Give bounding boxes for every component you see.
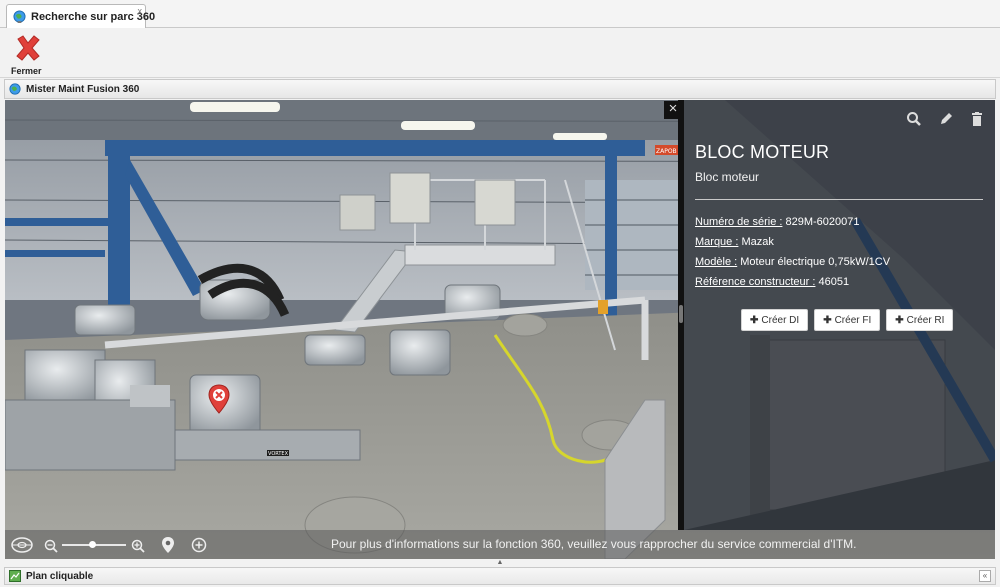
equipment-title: BLOC MOTEUR: [695, 142, 830, 162]
app-window: Recherche sur parc 360 x Fermer Mister M…: [0, 0, 1000, 587]
scene-sign-1: ZAPOB: [656, 148, 677, 155]
tab-close-icon[interactable]: x: [138, 6, 143, 16]
panorama-viewer[interactable]: ZAPOB VORTEX × BLOC MOTEUR Bloc moteur N…: [5, 100, 995, 559]
model-value: Moteur électrique 0,75kW/1CV: [737, 256, 891, 268]
fermer-label: Fermer: [11, 66, 42, 76]
plus-icon: ✚: [823, 315, 832, 326]
map-icon: [9, 570, 21, 582]
brand-label: Marque :: [695, 236, 739, 248]
globe-icon: [9, 83, 21, 95]
panel-header: Mister Maint Fusion 360: [4, 79, 996, 99]
creer-fi-label: Créer FI: [834, 315, 872, 326]
manufacturer-ref-value: 46051: [815, 276, 850, 288]
creer-di-button[interactable]: ✚ Créer DI: [741, 309, 809, 331]
hotspot-marker-icon[interactable]: [208, 384, 230, 414]
model-row: Modèle : Moteur électrique 0,75kW/1CV: [695, 256, 890, 268]
expand-icon[interactable]: «: [979, 570, 991, 582]
info-buttons: ✚ Créer DI ✚ Créer FI ✚ Créer RI: [741, 309, 959, 331]
scene-sign-2: VORTEX: [268, 451, 289, 457]
plan-panel-header[interactable]: Plan cliquable «: [4, 567, 996, 585]
viewer-close-icon[interactable]: ×: [664, 101, 682, 119]
plus-icon: ✚: [750, 315, 759, 326]
globe-icon: [13, 10, 26, 23]
creer-fi-button[interactable]: ✚ Créer FI: [814, 309, 881, 331]
pencil-icon[interactable]: [938, 111, 954, 127]
zoom-out-icon[interactable]: [44, 539, 58, 553]
zoom-in-icon[interactable]: [131, 539, 145, 553]
info-panel: BLOC MOTEUR Bloc moteur Numéro de série …: [684, 100, 995, 530]
manufacturer-ref-row: Référence constructeur : 46051: [695, 276, 849, 288]
brand-row: Marque : Mazak: [695, 236, 774, 248]
serial-number-label: Numéro de série :: [695, 216, 783, 228]
serial-number-value: 829M-6020071: [782, 216, 860, 228]
viewer-control-bar: Pour plus d'informations sur la fonction…: [5, 530, 995, 559]
info-separator: [695, 199, 983, 200]
red-cross-icon: [16, 35, 40, 61]
panel-title: Mister Maint Fusion 360: [26, 84, 140, 95]
brand-value: Mazak: [738, 236, 774, 248]
split-grip[interactable]: [679, 305, 683, 323]
info-actions: [895, 111, 985, 127]
plus-icon: ✚: [895, 315, 904, 326]
trash-icon[interactable]: [969, 111, 985, 127]
plan-panel-title: Plan cliquable: [26, 571, 94, 582]
creer-di-label: Créer DI: [761, 315, 800, 326]
location-pin-icon[interactable]: [161, 536, 175, 554]
creer-ri-button[interactable]: ✚ Créer RI: [886, 309, 954, 331]
fermer-button[interactable]: Fermer: [8, 32, 48, 76]
info-message: Pour plus d'informations sur la fonction…: [331, 537, 857, 551]
search-icon[interactable]: [906, 111, 922, 127]
equipment-subtitle: Bloc moteur: [695, 170, 760, 184]
serial-number-row: Numéro de série : 829M-6020071: [695, 216, 860, 228]
tab-strip: Recherche sur parc 360 x: [0, 0, 1000, 29]
model-label: Modèle :: [695, 256, 738, 268]
tab-recherche-parc-360[interactable]: Recherche sur parc 360 x: [6, 4, 155, 29]
add-circle-icon[interactable]: [191, 537, 207, 553]
zoom-slider-handle[interactable]: [89, 541, 97, 548]
creer-ri-label: Créer RI: [906, 315, 945, 326]
360-view-icon[interactable]: [11, 536, 33, 554]
collapse-handle-icon[interactable]: ▲: [494, 559, 506, 566]
manufacturer-ref-label: Référence constructeur :: [695, 276, 816, 288]
toolbar: Fermer: [0, 28, 1000, 78]
